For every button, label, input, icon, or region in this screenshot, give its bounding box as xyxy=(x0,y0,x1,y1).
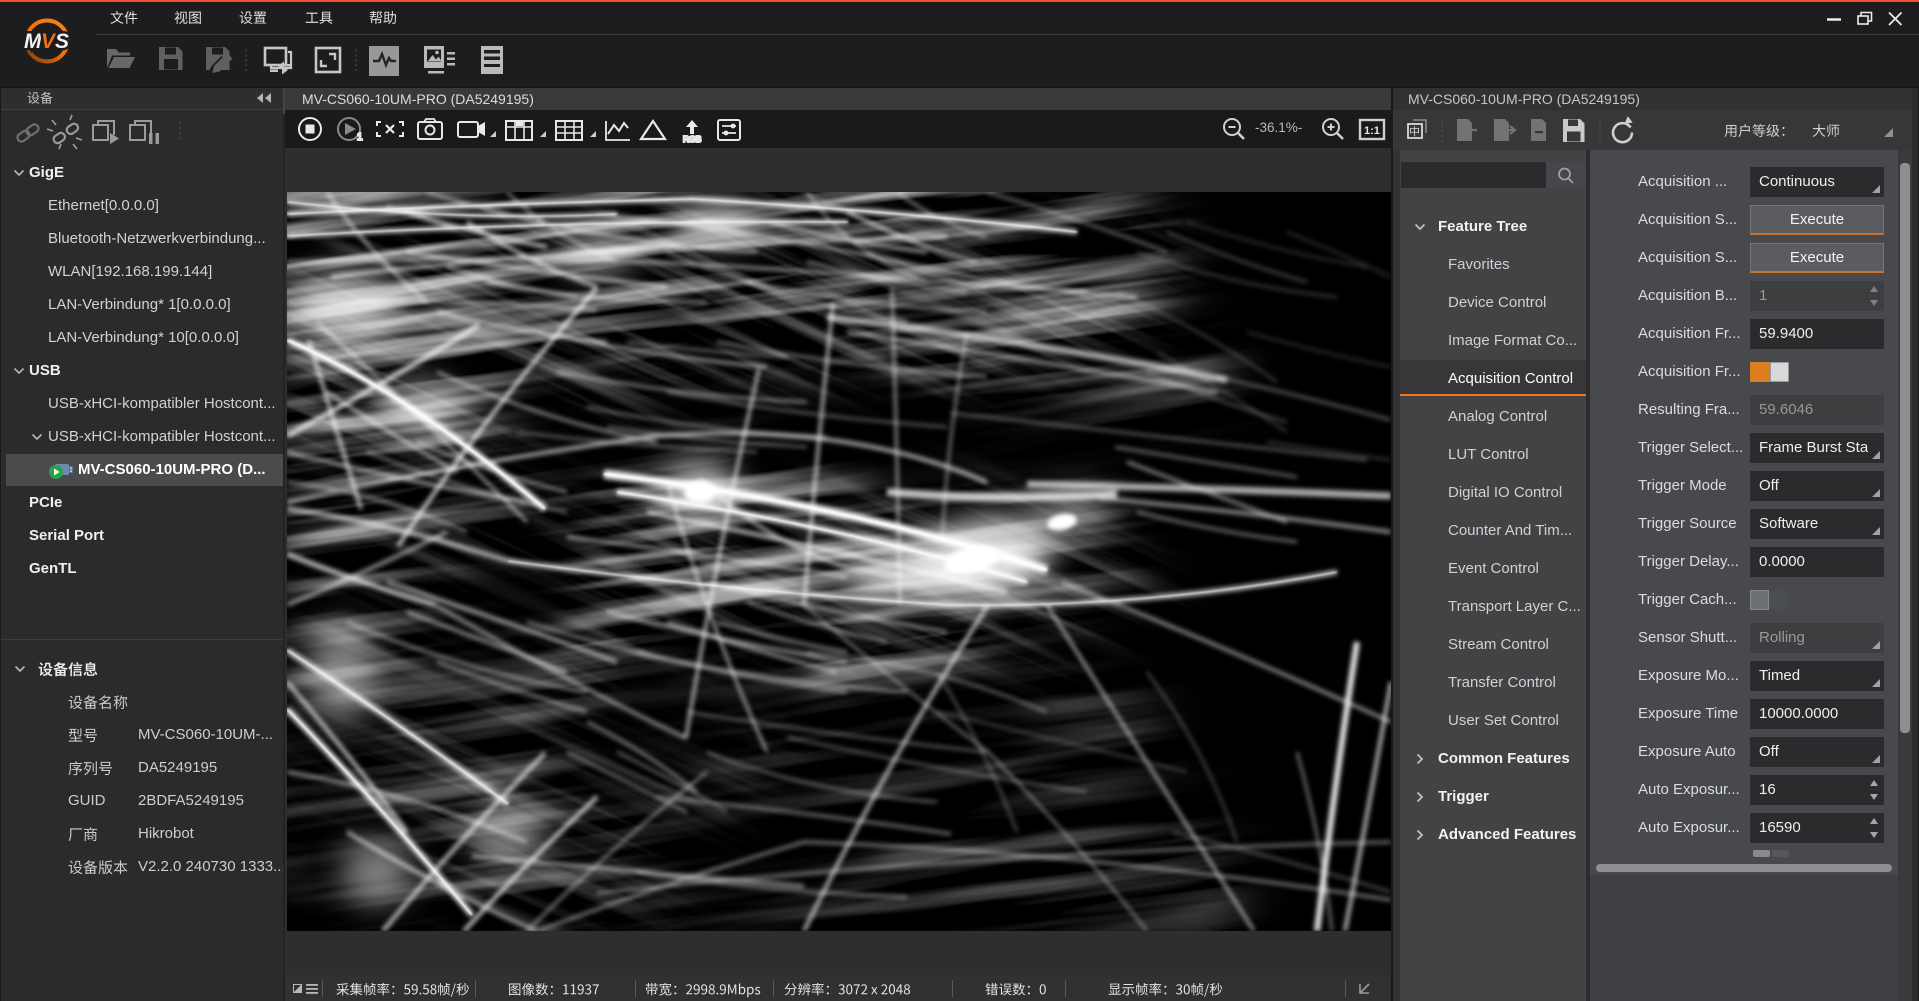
svg-text:RGB: RGB xyxy=(683,134,702,144)
svg-text:M: M xyxy=(24,30,42,53)
svg-text:1:1: 1:1 xyxy=(1364,125,1380,137)
svg-text:1: 1 xyxy=(357,132,363,143)
svg-text:S: S xyxy=(55,30,69,53)
svg-text:-36.1%-: -36.1%- xyxy=(1255,120,1302,135)
